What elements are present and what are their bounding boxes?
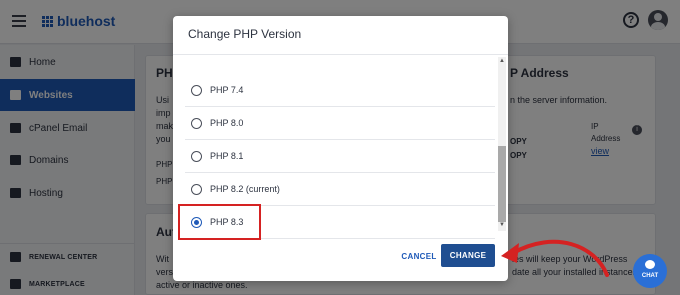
radio-button[interactable] — [191, 117, 202, 129]
dialog-divider — [173, 54, 508, 55]
chat-label: CHAT — [641, 273, 659, 279]
radio-button[interactable] — [191, 150, 202, 162]
scrollbar-thumb[interactable] — [498, 146, 506, 222]
option-php-8-0[interactable]: PHP 8.0 — [185, 107, 495, 140]
radio-button[interactable] — [191, 84, 202, 96]
chat-button[interactable]: CHAT — [633, 254, 667, 288]
option-label: PHP 8.0 — [210, 118, 244, 128]
scroll-up-icon[interactable]: ▲ — [499, 58, 505, 64]
option-php-8-1[interactable]: PHP 8.1 — [185, 140, 495, 173]
option-label: PHP 8.1 — [210, 151, 244, 161]
annotation-arrow-icon — [501, 239, 609, 277]
dialog-title: Change PHP Version — [188, 27, 302, 41]
option-label: PHP 7.4 — [210, 85, 244, 95]
option-label: PHP 8.2 (current) — [210, 184, 280, 194]
cancel-button[interactable]: CANCEL — [399, 249, 439, 263]
change-button[interactable]: CHANGE — [441, 244, 495, 267]
option-php-7-4[interactable]: PHP 7.4 — [185, 74, 495, 107]
option-php-8-2[interactable]: PHP 8.2 (current) — [185, 173, 495, 206]
radio-button[interactable] — [191, 183, 202, 195]
selection-highlight-box — [178, 204, 261, 240]
php-version-list: PHP 7.4 PHP 8.0 PHP 8.1 PHP 8.2 (current… — [173, 56, 508, 248]
chat-bubble-icon — [645, 260, 655, 269]
change-php-version-dialog: Change PHP Version PHP 7.4 PHP 8.0 PHP 8… — [173, 16, 508, 281]
